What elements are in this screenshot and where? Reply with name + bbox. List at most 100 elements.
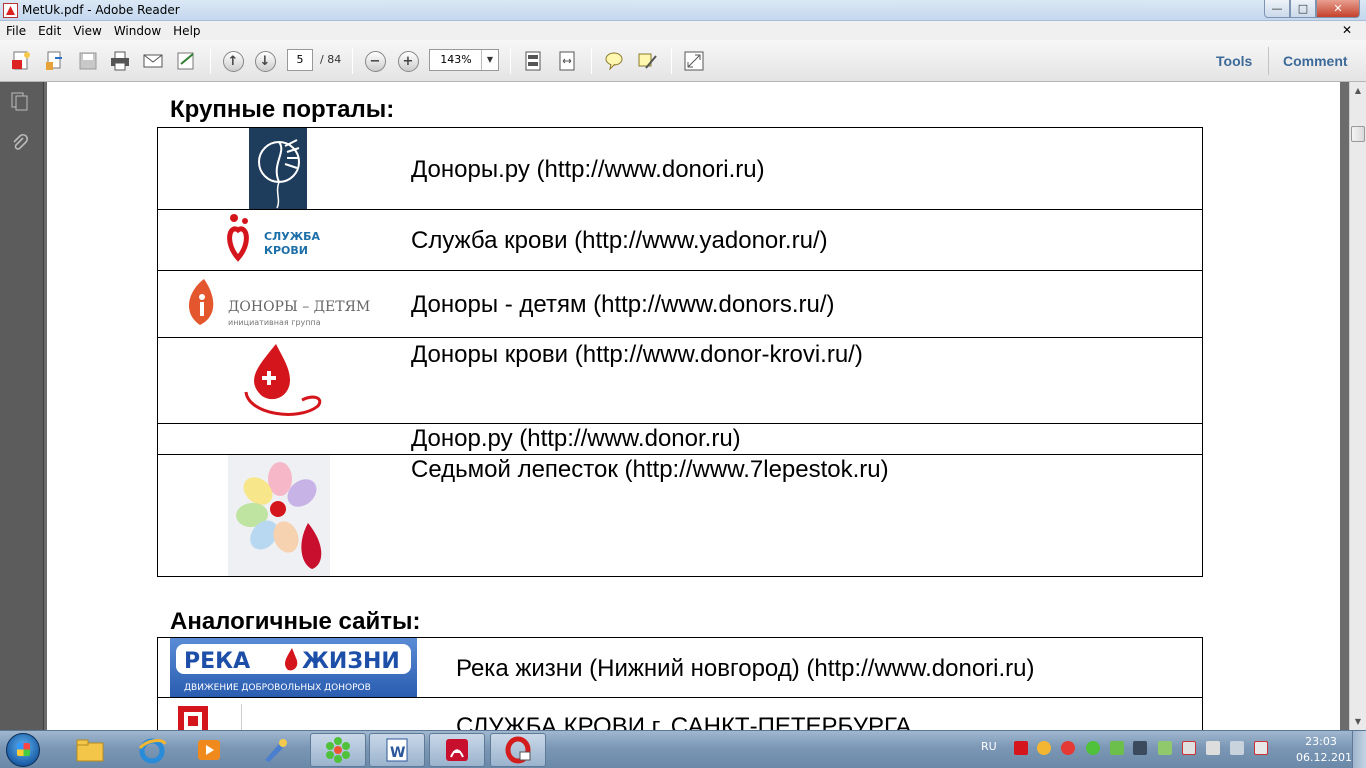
full-screen-icon[interactable] (682, 49, 706, 73)
print-icon[interactable] (108, 49, 132, 73)
highlight-text-icon[interactable] (635, 49, 659, 73)
comment-pane-button[interactable]: Comment (1283, 53, 1348, 69)
maximize-button[interactable]: □ (1290, 0, 1316, 18)
adobe-reader-icon (3, 3, 18, 18)
title-bar: MetUk.pdf - Adobe Reader — □ ✕ (0, 0, 1366, 21)
menu-bar: File Edit View Window Help ✕ (0, 21, 1366, 40)
portal-donory-detyam-label: Доноры - детям (http://www.donors.ru/) (411, 291, 835, 318)
similar-reka-zhizni-label: Река жизни (Нижний новгород) (http://www… (456, 655, 1035, 682)
tray-icq-icon[interactable] (1086, 741, 1100, 755)
toolbar: ↑ ↓ − + (0, 40, 1366, 82)
fit-page-icon[interactable] (521, 49, 545, 73)
menu-view[interactable]: View (67, 24, 107, 38)
icq-taskbar-icon[interactable] (310, 733, 366, 767)
table-row: Седьмой лепесток (http://www.7lepestok.r… (158, 455, 1202, 577)
similar-sites-table: РЕКА ЖИЗНИ ДВИЖЕНИЕ ДОБРОВОЛЬНЫХ ДОНОРОВ… (157, 637, 1203, 730)
paint-taskbar-icon[interactable] (248, 733, 304, 767)
previous-page-button[interactable]: ↑ (221, 49, 245, 73)
table-row: СЛУЖБА КРОВИ г. САНКТ-ПЕТЕРБУРГА (158, 698, 1202, 730)
page-thumbnails-icon[interactable] (9, 90, 31, 112)
svg-text:W: W (390, 745, 405, 761)
donory-krovi-logo (238, 340, 328, 422)
table-row: Доноры крови (http://www.donor-krovi.ru/… (158, 338, 1202, 424)
word-taskbar-icon[interactable]: W (369, 733, 425, 767)
table-row: Донор.ру (http://www.donor.ru) (158, 424, 1202, 455)
clock[interactable]: 23:03 06.12.2011 (1296, 734, 1359, 766)
menu-help[interactable]: Help (167, 24, 206, 38)
media-player-taskbar-icon[interactable] (182, 733, 238, 767)
create-pdf-icon[interactable] (9, 49, 33, 73)
internet-explorer-taskbar-icon[interactable] (124, 733, 180, 767)
tray-check-icon[interactable] (1158, 741, 1172, 755)
svg-text:РЕКА: РЕКА (184, 649, 250, 674)
save-icon[interactable] (76, 49, 100, 73)
adobe-reader-taskbar-icon[interactable] (429, 733, 485, 767)
fit-width-icon[interactable] (555, 49, 579, 73)
scroll-down-icon[interactable]: ▼ (1350, 713, 1366, 730)
vertical-scrollbar[interactable]: ▲ ▼ (1349, 82, 1366, 730)
tray-network-icon[interactable] (1230, 741, 1244, 755)
sedmoy-lepestok-logo (228, 455, 330, 576)
svg-text:инициативная группа: инициативная группа (228, 318, 321, 327)
portal-sluzhba-krovi-label: Служба крови (http://www.yadonor.ru/) (411, 227, 828, 254)
portal-donor-ru-label: Донор.ру (http://www.donor.ru) (411, 425, 741, 452)
chevron-down-icon[interactable]: ▼ (481, 50, 498, 70)
tray-antivirus-icon[interactable] (1014, 741, 1028, 755)
donori-logo (249, 128, 307, 209)
scroll-thumb[interactable] (1351, 126, 1365, 142)
table-row: ДОНОРЫ – ДЕТЯМ инициативная группа Донор… (158, 271, 1202, 338)
pdf-page: Крупные порталы: Доноры.ру (http://www.d… (47, 82, 1340, 730)
portals-table: Доноры.ру (http://www.donori.ru) СЛУЖБА … (157, 127, 1203, 577)
svg-text:СЛУЖБА: СЛУЖБА (264, 230, 321, 243)
language-indicator[interactable]: RU (981, 740, 997, 753)
tray-opera-icon[interactable] (1061, 741, 1075, 755)
clock-time: 23:03 (1305, 735, 1337, 748)
tools-pane-button[interactable]: Tools (1216, 53, 1252, 69)
next-page-button[interactable]: ↓ (253, 49, 277, 73)
svg-text:ЖИЗНИ: ЖИЗНИ (302, 649, 400, 674)
scroll-up-icon[interactable]: ▲ (1350, 82, 1366, 99)
table-row: РЕКА ЖИЗНИ ДВИЖЕНИЕ ДОБРОВОЛЬНЫХ ДОНОРОВ… (158, 638, 1202, 698)
start-button[interactable] (6, 733, 40, 767)
zoom-in-button[interactable]: + (396, 49, 420, 73)
similar-spb-label: СЛУЖБА КРОВИ г. САНКТ-ПЕТЕРБУРГА (456, 713, 912, 730)
section-heading-similar: Аналогичные сайты: (170, 608, 421, 635)
tray-flag-icon[interactable] (1182, 741, 1196, 755)
section-heading-portals: Крупные порталы: (170, 96, 395, 123)
document-view[interactable]: Крупные порталы: Доноры.ру (http://www.d… (45, 82, 1349, 730)
table-row: СЛУЖБА КРОВИ Служба крови (http://www.ya… (158, 210, 1202, 271)
page-number-input[interactable]: 5 (287, 49, 313, 71)
explorer-taskbar-icon[interactable] (62, 733, 118, 767)
opera-mail-taskbar-icon[interactable] (490, 733, 546, 767)
tray-security-icon[interactable] (1110, 741, 1124, 755)
table-row: Доноры.ру (http://www.donori.ru) (158, 128, 1202, 210)
menu-file[interactable]: File (0, 24, 32, 38)
tray-volume-icon[interactable] (1254, 741, 1268, 755)
sticky-note-icon[interactable] (602, 49, 626, 73)
sign-icon[interactable] (174, 49, 198, 73)
attachments-icon[interactable] (9, 132, 31, 154)
sluzhba-krovi-logo: СЛУЖБА КРОВИ (224, 212, 334, 268)
reka-zhizni-logo: РЕКА ЖИЗНИ ДВИЖЕНИЕ ДОБРОВОЛЬНЫХ ДОНОРОВ (170, 638, 417, 697)
minimize-button[interactable]: — (1264, 0, 1290, 18)
close-button[interactable]: ✕ (1316, 0, 1360, 18)
portal-donory-krovi-label: Доноры крови (http://www.donor-krovi.ru/… (411, 341, 863, 368)
show-desktop-button[interactable] (1352, 731, 1366, 768)
portal-7lepestok-label: Седьмой лепесток (http://www.7lepestok.r… (411, 456, 889, 483)
zoom-out-button[interactable]: − (363, 49, 387, 73)
tray-sync-icon[interactable] (1037, 741, 1051, 755)
page-total: / 84 (320, 53, 342, 66)
svg-text:КРОВИ: КРОВИ (264, 244, 308, 257)
close-document-icon[interactable]: ✕ (1336, 23, 1358, 37)
menu-window[interactable]: Window (108, 24, 167, 38)
svg-text:ДОНОРЫ – ДЕТЯМ: ДОНОРЫ – ДЕТЯМ (228, 299, 370, 315)
menu-edit[interactable]: Edit (32, 24, 67, 38)
window-title: MetUk.pdf - Adobe Reader (22, 3, 180, 17)
email-icon[interactable] (141, 49, 165, 73)
tray-display-icon[interactable] (1133, 741, 1147, 755)
open-icon[interactable] (42, 49, 66, 73)
navigation-pane (0, 82, 44, 730)
donory-detyam-logo: ДОНОРЫ – ДЕТЯМ инициативная группа (180, 275, 372, 333)
zoom-select[interactable]: 143% ▼ (429, 49, 499, 71)
tray-device-icon[interactable] (1206, 741, 1220, 755)
